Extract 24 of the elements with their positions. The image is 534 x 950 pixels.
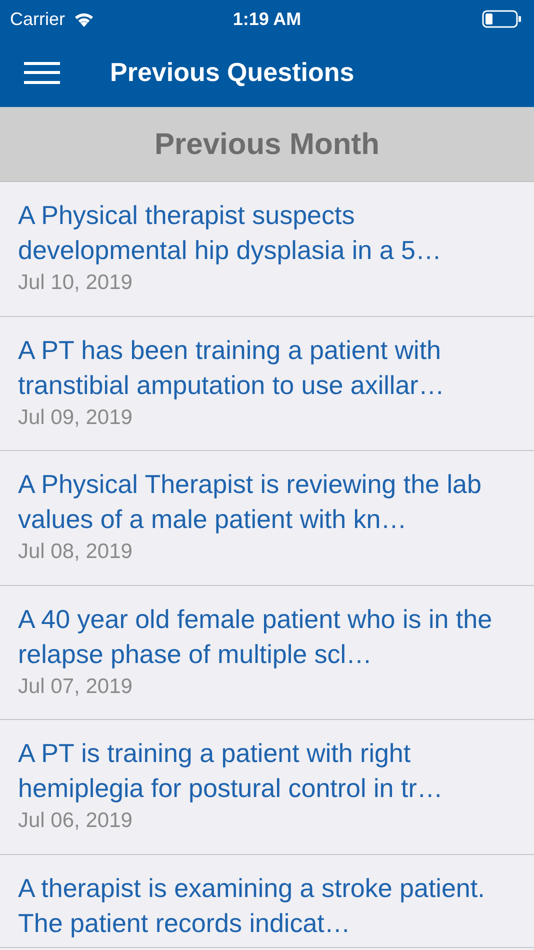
section-title: Previous Month [154,126,380,162]
question-text: A PT is training a patient with right hemiplegia for postural control in tr… [18,737,444,805]
menu-button[interactable] [24,60,60,86]
page-title: Previous Questions [110,56,354,89]
carrier-name: Carrier [10,8,66,30]
question-row[interactable]: A PT has been training a patient with transtibial amputation to use axillar… Jul 09, 2019 [0,316,534,451]
question-row[interactable]: A Physical therapist suspects developmental hip dysplasia in a 5… Jul 10, 2019 [0,182,534,316]
question-row[interactable]: A 40 year old female patient who is in the relapse phase of multiple scl… Jul 07, 2019 [0,586,534,720]
question-row[interactable]: A PT is training a patient with right hemiplegia for postural control in tr… Jul 06, 2019 [0,720,534,854]
question-text: A therapist is examining a stroke patient. The patient records indicat… [18,872,486,940]
question-date: Jul 06, 2019 [18,808,134,834]
question-row[interactable]: A therapist is examining a stroke patient. The patient records indicat… [0,854,534,948]
question-text: A Physical Therapist is reviewing the lab values of a male patient with kn… [18,468,482,536]
question-date: Jul 10, 2019 [18,270,134,296]
question-row[interactable]: A Physical Therapist is reviewing the lab values of a male patient with kn… Jul 08, 2019 [0,451,534,586]
question-date: Jul 09, 2019 [18,404,134,430]
battery-icon [482,10,522,28]
status-time: 1:19 AM [232,8,302,30]
question-text: A 40 year old female patient who is in the relapse phase of multiple scl… [18,602,494,670]
question-text: A PT has been training a patient with transtibial amputation to use axillar… [18,334,446,402]
question-date: Jul 08, 2019 [18,539,134,565]
question-text: A Physical therapist suspects developmental hip dysplasia in a 5… [18,199,442,267]
question-date: Jul 07, 2019 [18,674,134,700]
wifi-icon [73,11,96,27]
